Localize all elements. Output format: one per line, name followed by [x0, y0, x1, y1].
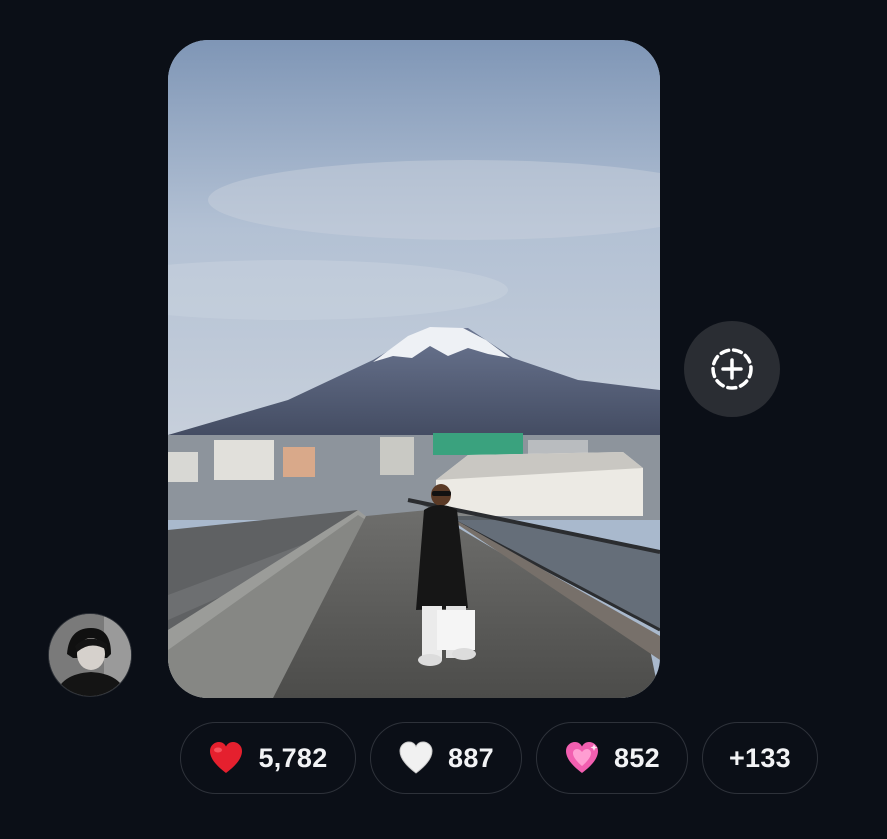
reaction-count: 5,782: [258, 742, 328, 773]
more-reactions-count: +133: [728, 742, 792, 773]
avatar-image: [49, 614, 131, 696]
add-reaction-icon: [711, 348, 753, 390]
more-reactions-button[interactable]: +133: [702, 722, 818, 794]
reaction-red-heart[interactable]: 5,782: [180, 722, 356, 794]
reaction-white-heart[interactable]: 887: [370, 722, 522, 794]
reaction-pink-heart[interactable]: 852: [536, 722, 688, 794]
photo-message[interactable]: [168, 40, 660, 698]
red-heart-icon: [208, 740, 244, 776]
add-reaction-button[interactable]: [684, 321, 780, 417]
reaction-bar: 5,782 887 852 +133: [180, 722, 818, 796]
sparkling-heart-icon: [564, 740, 600, 776]
reaction-count: 852: [614, 742, 660, 773]
white-heart-icon: [398, 740, 434, 776]
photo-image: [168, 40, 660, 698]
avatar[interactable]: [48, 613, 132, 697]
message-thread: 5,782 887 852 +133: [0, 0, 887, 839]
reaction-count: 887: [448, 742, 494, 773]
